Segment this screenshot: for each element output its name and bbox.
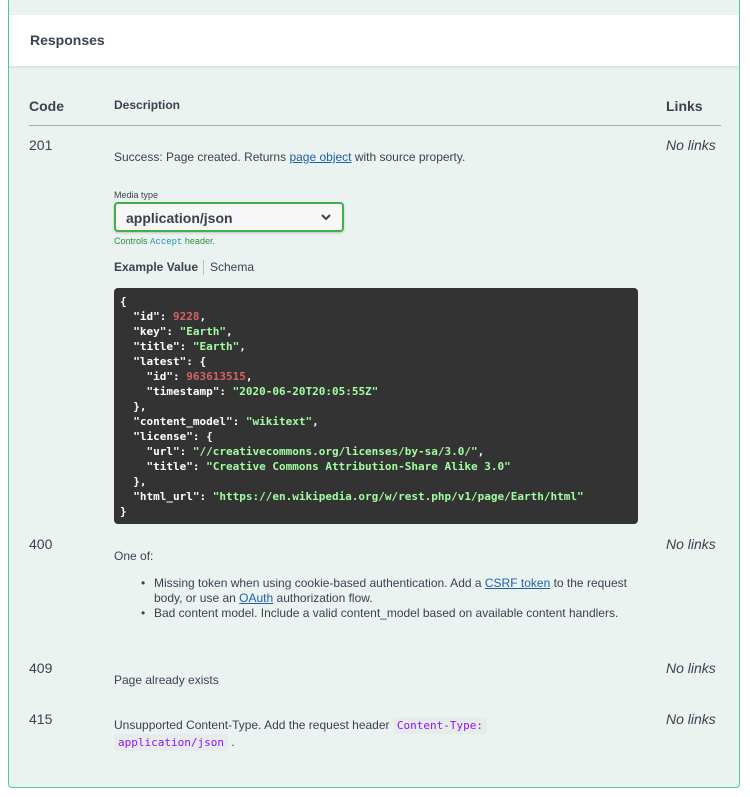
media-type-value: application/json	[126, 210, 233, 226]
media-type-label: Media type	[114, 190, 159, 200]
links-409: No links	[666, 660, 716, 676]
page-object-link[interactable]: page object	[289, 150, 351, 164]
example-json: { "id": 9228, "key": "Earth", "title": "…	[114, 288, 638, 524]
column-header-code: Code	[29, 98, 64, 114]
description-415: Unsupported Content-Type. Add the reques…	[114, 717, 554, 751]
list-item: Bad content model. Include a valid conte…	[141, 606, 631, 621]
response-code-201: 201	[29, 137, 53, 153]
links-415: No links	[666, 711, 716, 727]
chevron-down-icon	[321, 214, 331, 221]
responses-panel: Responses Code Description Links 201 No …	[8, 0, 740, 788]
tab-separator	[203, 260, 204, 275]
description-409: Page already exists	[114, 673, 219, 687]
header-divider	[29, 125, 721, 126]
description-201: Success: Page created. Returns page obje…	[114, 150, 466, 164]
content-type-code: Content-Type:	[392, 717, 487, 734]
list-item: Missing token when using cookie-based au…	[141, 576, 631, 606]
media-type-select[interactable]: application/json	[114, 202, 344, 232]
application-json-code: application/json	[114, 734, 228, 751]
csrf-token-link[interactable]: CSRF token	[485, 576, 550, 590]
description-400: One of:	[114, 549, 154, 563]
column-header-links: Links	[666, 98, 703, 114]
oauth-link[interactable]: OAuth	[239, 591, 273, 605]
responses-header: Responses	[9, 15, 739, 67]
links-400: No links	[666, 536, 716, 552]
response-code-415: 415	[29, 711, 53, 727]
tab-example-value[interactable]: Example Value	[114, 260, 198, 274]
response-code-400: 400	[29, 536, 53, 552]
controls-accept-note: Controls Accept header.	[114, 236, 215, 247]
error-list-400: Missing token when using cookie-based au…	[141, 576, 631, 621]
links-201: No links	[666, 137, 716, 153]
response-code-409: 409	[29, 660, 53, 676]
tab-schema[interactable]: Schema	[210, 260, 254, 274]
column-header-description: Description	[114, 98, 181, 112]
responses-title: Responses	[30, 32, 105, 48]
